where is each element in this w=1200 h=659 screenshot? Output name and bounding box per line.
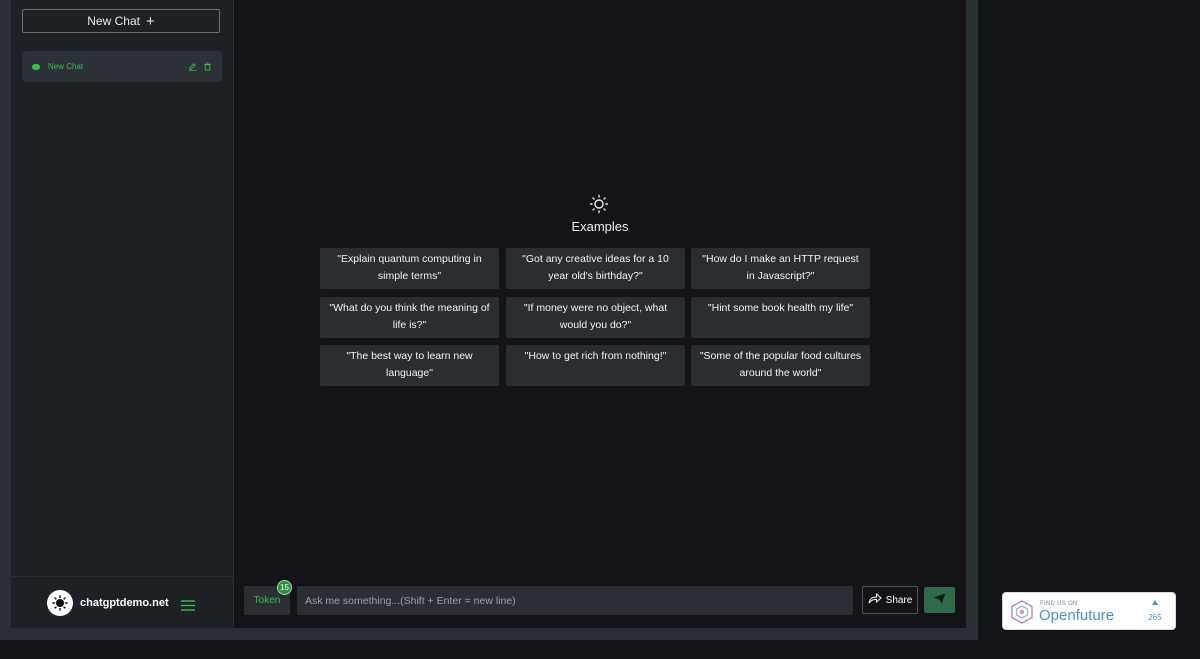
example-prompt-card[interactable]: "The best way to learn new language" xyxy=(320,345,499,386)
chat-bubble-icon xyxy=(32,63,40,70)
openfuture-badge[interactable]: FIND US ON Openfuture 265 xyxy=(1002,592,1176,630)
token-label: Token xyxy=(253,595,281,606)
share-button[interactable]: Share xyxy=(862,586,918,614)
example-prompt-card[interactable]: "Hint some book health my life" xyxy=(691,297,870,338)
token-count-badge: 15 xyxy=(277,580,292,595)
example-prompt-card[interactable]: "If money were no object, what would you… xyxy=(506,297,685,338)
chat-item-label: New Chat xyxy=(48,62,84,71)
upvote-count: 265 xyxy=(1148,613,1162,622)
share-icon xyxy=(868,592,882,607)
sidebar: New Chat + New Chat chatgptdemo.net xyxy=(11,0,233,628)
trash-icon[interactable] xyxy=(203,62,212,71)
send-icon xyxy=(933,591,946,609)
sidebar-footer: chatgptdemo.net xyxy=(11,576,233,629)
send-button[interactable] xyxy=(924,587,955,613)
example-prompt-card[interactable]: "Some of the popular food cultures aroun… xyxy=(691,345,870,386)
new-chat-label: New Chat xyxy=(87,14,140,28)
hamburger-menu-icon[interactable] xyxy=(181,598,195,616)
sun-icon xyxy=(589,194,609,219)
edit-icon[interactable] xyxy=(188,62,197,71)
prompt-input[interactable] xyxy=(297,586,853,615)
chat-main-area: Examples "Explain quantum computing in s… xyxy=(234,0,966,628)
plus-icon: + xyxy=(145,12,155,30)
brand-logo xyxy=(47,590,73,616)
openfuture-name: Openfuture xyxy=(1039,607,1115,624)
brand-name: chatgptdemo.net xyxy=(80,597,169,609)
openfuture-logo-icon xyxy=(1011,600,1033,629)
share-label: Share xyxy=(885,594,913,606)
new-chat-button[interactable]: New Chat + xyxy=(22,9,220,33)
upvote-arrow-icon xyxy=(1152,600,1158,605)
example-prompt-card[interactable]: "Got any creative ideas for a 10 year ol… xyxy=(506,248,685,289)
example-prompt-card[interactable]: "How to get rich from nothing!" xyxy=(506,345,685,386)
example-prompt-card[interactable]: "Explain quantum computing in simple ter… xyxy=(320,248,499,289)
examples-title: Examples xyxy=(571,219,629,234)
chat-list-item[interactable]: New Chat xyxy=(22,51,222,82)
example-prompt-card[interactable]: "What do you think the meaning of life i… xyxy=(320,297,499,338)
example-prompt-card[interactable]: "How do I make an HTTP request in Javasc… xyxy=(691,248,870,289)
